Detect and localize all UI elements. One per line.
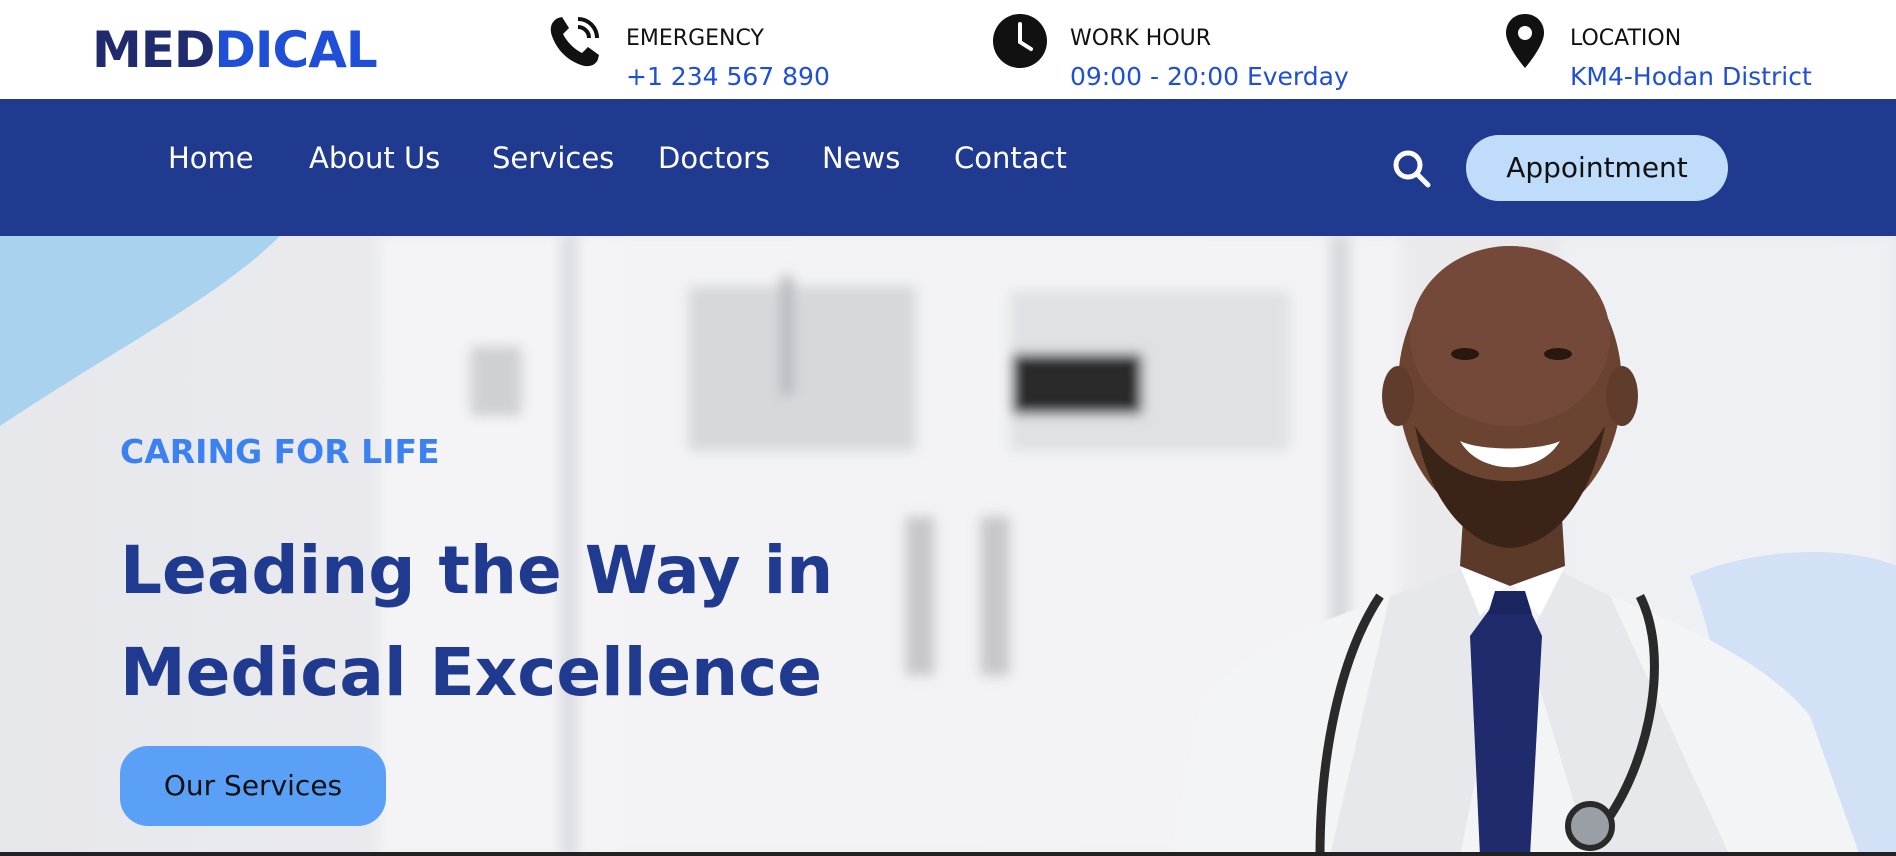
- location-label: LOCATION: [1570, 26, 1682, 51]
- work-hour-info: WORK HOUR 09:00 - 20:00 Everday: [992, 12, 1352, 92]
- nav-about-us[interactable]: About Us: [309, 141, 440, 175]
- page-bottom-divider: [0, 852, 1896, 856]
- hero-headline-line-1: Leading the Way in: [120, 532, 834, 609]
- search-icon[interactable]: [1390, 147, 1434, 191]
- nav-contact[interactable]: Contact: [954, 141, 1067, 175]
- hero-section: CARING FOR LIFE Leading the Way in Medic…: [0, 236, 1896, 856]
- logo-part-dical: DICAL: [214, 21, 377, 79]
- phone-call-icon: [550, 17, 599, 67]
- main-navbar: Home About Us Services Doctors News Cont…: [0, 99, 1896, 236]
- our-services-button[interactable]: Our Services: [120, 746, 386, 826]
- work-hour-label: WORK HOUR: [1070, 26, 1212, 51]
- appointment-button[interactable]: Appointment: [1466, 135, 1728, 201]
- doctor-portrait: [1170, 246, 1860, 856]
- logo-part-med: MED: [92, 21, 215, 79]
- hero-headline: Leading the Way in Medical Excellence: [120, 520, 833, 724]
- clock-icon: [993, 14, 1047, 68]
- work-hour-value: 09:00 - 20:00 Everday: [1070, 62, 1349, 91]
- location-value[interactable]: KM4-Hodan District: [1570, 62, 1812, 91]
- emergency-info: EMERGENCY +1 234 567 890: [546, 12, 846, 92]
- nav-home[interactable]: Home: [168, 141, 254, 175]
- hero-headline-line-2: Medical Excellence: [120, 634, 822, 711]
- nav-services[interactable]: Services: [492, 141, 614, 175]
- hero-tagline: CARING FOR LIFE: [120, 432, 440, 471]
- nav-news[interactable]: News: [822, 141, 900, 175]
- emergency-phone[interactable]: +1 234 567 890: [626, 62, 830, 91]
- top-info-bar: MEDDICAL EMERGENCY +1 234 567 890 WORK H…: [0, 0, 1896, 99]
- site-logo[interactable]: MEDDICAL: [92, 18, 378, 82]
- nav-doctors[interactable]: Doctors: [658, 141, 770, 175]
- emergency-label: EMERGENCY: [626, 26, 764, 51]
- map-pin-icon: [1506, 14, 1544, 68]
- location-info: LOCATION KM4-Hodan District: [1502, 12, 1832, 92]
